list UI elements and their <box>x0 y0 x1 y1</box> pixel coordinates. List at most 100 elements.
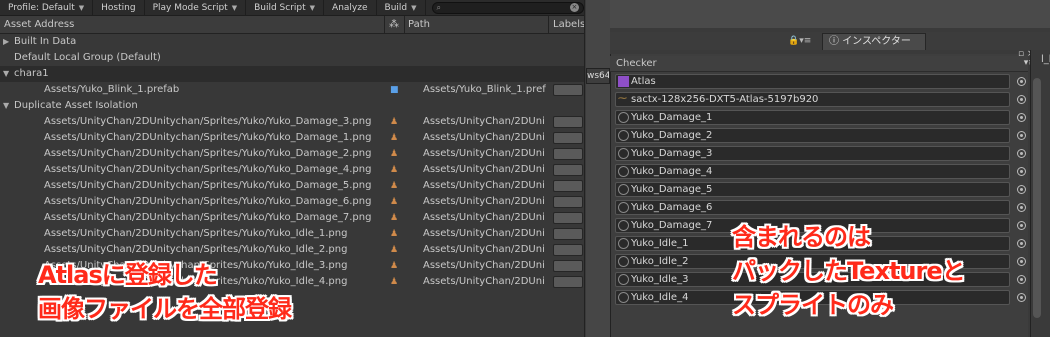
object-picker-icon[interactable] <box>1017 95 1026 104</box>
asset-path: Assets/UnityChan/2DUni <box>423 260 545 271</box>
table-row[interactable]: Assets/UnityChan/2DUnitychan/Sprites/Yuk… <box>0 146 584 162</box>
column-divider[interactable] <box>404 16 405 34</box>
annotation-line: スプライトのみ <box>732 291 894 319</box>
collapse-arrow-icon[interactable]: ▼ <box>3 66 9 82</box>
annotation-right: 含まれるのは パックしたTextureと スプライトのみ <box>732 220 966 322</box>
labels-dropdown[interactable] <box>553 180 583 192</box>
asset-path: Assets/UnityChan/2DUni <box>423 148 545 159</box>
table-row[interactable]: Assets/UnityChan/2DUnitychan/Sprites/Yuk… <box>0 114 584 130</box>
asset-path: Assets/UnityChan/2DUni <box>423 212 545 223</box>
object-picker-icon[interactable] <box>1017 239 1026 248</box>
lock-icon[interactable]: 🔒▾≡ <box>788 36 811 46</box>
checker-item-label: Yuko_Damage_2 <box>631 130 713 141</box>
object-picker-icon[interactable] <box>1017 221 1026 230</box>
side-tab[interactable]: ws64 <box>586 68 610 84</box>
labels-dropdown[interactable] <box>553 196 583 208</box>
far-right-panel: l_b <box>1030 50 1050 337</box>
group-label: Duplicate Asset Isolation <box>14 100 138 111</box>
object-picker-icon[interactable] <box>1017 77 1026 86</box>
object-picker-icon[interactable] <box>1017 185 1026 194</box>
search-input[interactable]: ⌕ × <box>431 1 584 14</box>
group-duplicate-asset-isolation[interactable]: ▼ Duplicate Asset Isolation <box>0 98 584 114</box>
column-path[interactable]: Path <box>408 19 430 30</box>
annotation-line: パックしたTextureと <box>732 257 966 285</box>
group-built-in-data[interactable]: ▶ Built In Data <box>0 34 584 50</box>
column-asset-address[interactable]: Asset Address <box>4 19 74 30</box>
sprite-icon <box>618 202 629 213</box>
object-picker-icon[interactable] <box>1017 167 1026 176</box>
sprite-icon <box>618 184 629 195</box>
object-picker-icon[interactable] <box>1017 203 1026 212</box>
checker-object-field[interactable]: Yuko_Damage_3 <box>615 146 1010 161</box>
profile-label: Profile: Default <box>8 2 75 13</box>
object-picker-icon[interactable] <box>1017 257 1026 266</box>
table-row[interactable]: Assets/UnityChan/2DUnitychan/Sprites/Yuk… <box>0 194 584 210</box>
group-label: Built In Data <box>14 36 77 47</box>
checker-object-field[interactable]: Yuko_Damage_5 <box>615 182 1010 197</box>
object-picker-icon[interactable] <box>1017 113 1026 122</box>
labels-dropdown[interactable] <box>553 84 583 96</box>
build-script-dropdown[interactable]: Build Script ▼ <box>246 0 325 16</box>
sprite-icon: ♟ <box>390 229 399 239</box>
asset-address: Assets/UnityChan/2DUnitychan/Sprites/Yuk… <box>44 148 372 159</box>
sprite-icon <box>618 256 629 267</box>
addressables-groups-panel: Profile: Default ▼ Hosting Play Mode Scri… <box>0 0 585 337</box>
play-mode-dropdown[interactable]: Play Mode Script ▼ <box>145 0 247 16</box>
column-divider[interactable] <box>384 16 385 34</box>
labels-dropdown[interactable] <box>553 212 583 224</box>
annotation-left: Atlasに登録した 画像ファイルを全部登録 <box>38 258 292 326</box>
column-labels[interactable]: Labels <box>553 19 584 30</box>
group-chara1[interactable]: ▼ chara1 <box>0 66 584 82</box>
table-row[interactable]: Assets/UnityChan/2DUnitychan/Sprites/Yuk… <box>0 162 584 178</box>
object-picker-icon[interactable] <box>1017 149 1026 158</box>
expand-arrow-icon[interactable]: ▶ <box>3 34 9 50</box>
object-picker-icon[interactable] <box>1017 293 1026 302</box>
checker-item-label: Atlas <box>631 76 656 87</box>
column-type-icon[interactable]: ⁂ <box>389 19 399 30</box>
scrollbar[interactable] <box>1033 78 1041 318</box>
labels-dropdown[interactable] <box>553 228 583 240</box>
checker-object-field[interactable]: Atlas <box>615 74 1010 89</box>
build-dropdown[interactable]: Build ▼ <box>377 0 426 16</box>
checker-item-label: Yuko_Damage_1 <box>631 112 713 123</box>
collapse-arrow-icon[interactable]: ▼ <box>3 98 9 114</box>
side-panel-strip: ws64 <box>586 0 610 337</box>
labels-dropdown[interactable] <box>553 244 583 256</box>
chevron-down-icon: ▼ <box>231 3 238 12</box>
labels-dropdown[interactable] <box>553 164 583 176</box>
object-picker-icon[interactable] <box>1017 275 1026 284</box>
tab-inspector[interactable]: ⓘ インスペクター <box>822 33 926 50</box>
table-row[interactable]: Assets/UnityChan/2DUnitychan/Sprites/Yuk… <box>0 130 584 146</box>
sprite-icon: ♟ <box>390 149 399 159</box>
labels-dropdown[interactable] <box>553 116 583 128</box>
tab-inspector-label: インスペクター <box>842 36 911 47</box>
checker-title: Checker <box>610 56 1028 72</box>
profile-dropdown[interactable]: Profile: Default ▼ <box>0 0 94 16</box>
checker-object-field[interactable]: Yuko_Damage_1 <box>615 110 1010 125</box>
checker-item-label: Yuko_Idle_3 <box>631 274 689 285</box>
checker-item-label: Yuko_Idle_1 <box>631 238 689 249</box>
column-divider[interactable] <box>548 16 549 34</box>
table-row[interactable]: Assets/UnityChan/2DUnitychan/Sprites/Yuk… <box>0 242 584 258</box>
object-picker-icon[interactable] <box>1017 131 1026 140</box>
table-row[interactable]: Assets/UnityChan/2DUnitychan/Sprites/Yuk… <box>0 178 584 194</box>
annotation-line: 画像ファイルを全部登録 <box>38 295 292 323</box>
checker-object-field[interactable]: Yuko_Damage_4 <box>615 164 1010 179</box>
table-row[interactable]: Assets/UnityChan/2DUnitychan/Sprites/Yuk… <box>0 210 584 226</box>
hosting-button[interactable]: Hosting <box>93 0 145 16</box>
table-row[interactable]: Assets/Yuko_Blink_1.prefab ■ Assets/Yuko… <box>0 82 584 98</box>
checker-object-field[interactable]: ⁓ sactx-128x256-DXT5-Atlas-5197b920 <box>615 92 1010 107</box>
labels-dropdown[interactable] <box>553 276 583 288</box>
group-default-local[interactable]: Default Local Group (Default) <box>0 50 584 66</box>
analyze-button[interactable]: Analyze <box>324 0 377 16</box>
table-row[interactable]: Assets/UnityChan/2DUnitychan/Sprites/Yuk… <box>0 226 584 242</box>
checker-object-field[interactable]: Yuko_Damage_2 <box>615 128 1010 143</box>
chevron-down-icon: ▼ <box>411 3 417 12</box>
asset-path: Assets/UnityChan/2DUni <box>423 228 545 239</box>
clear-search-icon[interactable]: × <box>569 3 579 12</box>
labels-dropdown[interactable] <box>553 148 583 160</box>
checker-object-field[interactable]: Yuko_Damage_6 <box>615 200 1010 215</box>
labels-dropdown[interactable] <box>553 260 583 272</box>
labels-dropdown[interactable] <box>553 132 583 144</box>
top-right-area <box>586 0 1050 28</box>
